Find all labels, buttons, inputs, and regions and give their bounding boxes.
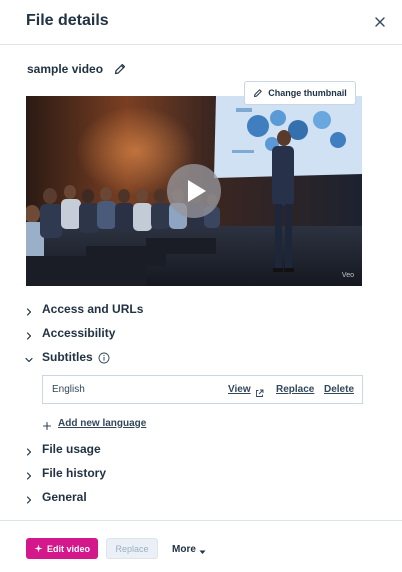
section-general[interactable]: General bbox=[24, 488, 87, 506]
close-icon[interactable] bbox=[372, 14, 388, 30]
edit-video-label: Edit video bbox=[46, 543, 90, 554]
chevron-right-icon bbox=[24, 304, 34, 316]
section-access-and-urls[interactable]: Access and URLs bbox=[24, 300, 143, 318]
section-label: Subtitles bbox=[42, 350, 93, 364]
section-label: Accessibility bbox=[42, 326, 116, 340]
panel-header: File details bbox=[0, 0, 402, 45]
section-file-history[interactable]: File history bbox=[24, 464, 106, 482]
info-icon[interactable] bbox=[98, 351, 110, 364]
section-label: General bbox=[42, 490, 87, 504]
video-preview[interactable]: Veo bbox=[26, 96, 362, 286]
file-name: sample video bbox=[27, 62, 104, 76]
section-label: File usage bbox=[42, 442, 101, 456]
section-accessibility[interactable]: Accessibility bbox=[24, 324, 115, 342]
section-label: Access and URLs bbox=[42, 302, 144, 316]
sparkle-icon bbox=[34, 544, 43, 553]
play-icon bbox=[188, 180, 206, 202]
play-button[interactable] bbox=[167, 164, 221, 218]
section-subtitles[interactable]: Subtitles bbox=[24, 348, 110, 366]
section-label: File history bbox=[42, 466, 107, 480]
replace-button[interactable]: Replace bbox=[106, 538, 158, 559]
delete-subtitle-link[interactable]: Delete bbox=[324, 384, 354, 395]
more-dropdown[interactable]: More bbox=[172, 543, 206, 555]
chevron-right-icon bbox=[24, 492, 34, 504]
add-language-label: Add new language bbox=[58, 417, 147, 429]
more-label: More bbox=[172, 543, 196, 555]
pencil-icon[interactable] bbox=[113, 62, 127, 76]
chevron-right-icon bbox=[24, 468, 34, 480]
panel-footer: Edit video Replace More bbox=[0, 520, 402, 572]
change-thumbnail-label: Change thumbnail bbox=[268, 88, 347, 98]
video-watermark: Veo bbox=[341, 272, 354, 279]
add-language-button[interactable]: Add new language bbox=[42, 416, 147, 431]
file-name-row: sample video bbox=[27, 61, 127, 77]
caret-down-icon bbox=[199, 547, 206, 554]
pencil-icon bbox=[253, 88, 263, 98]
external-link-icon bbox=[255, 385, 264, 397]
view-subtitle-link[interactable]: View bbox=[228, 384, 251, 395]
section-file-usage[interactable]: File usage bbox=[24, 440, 101, 458]
chevron-right-icon bbox=[24, 444, 34, 456]
edit-video-button[interactable]: Edit video bbox=[26, 538, 98, 559]
change-thumbnail-button[interactable]: Change thumbnail bbox=[244, 81, 356, 105]
chevron-right-icon bbox=[24, 328, 34, 340]
subtitle-row: English View Replace Delete bbox=[42, 375, 363, 404]
plus-icon bbox=[42, 418, 52, 431]
panel-title: File details bbox=[26, 12, 109, 29]
chevron-down-icon bbox=[24, 352, 34, 363]
subtitle-language: English bbox=[52, 384, 85, 395]
replace-subtitle-link[interactable]: Replace bbox=[276, 384, 314, 395]
